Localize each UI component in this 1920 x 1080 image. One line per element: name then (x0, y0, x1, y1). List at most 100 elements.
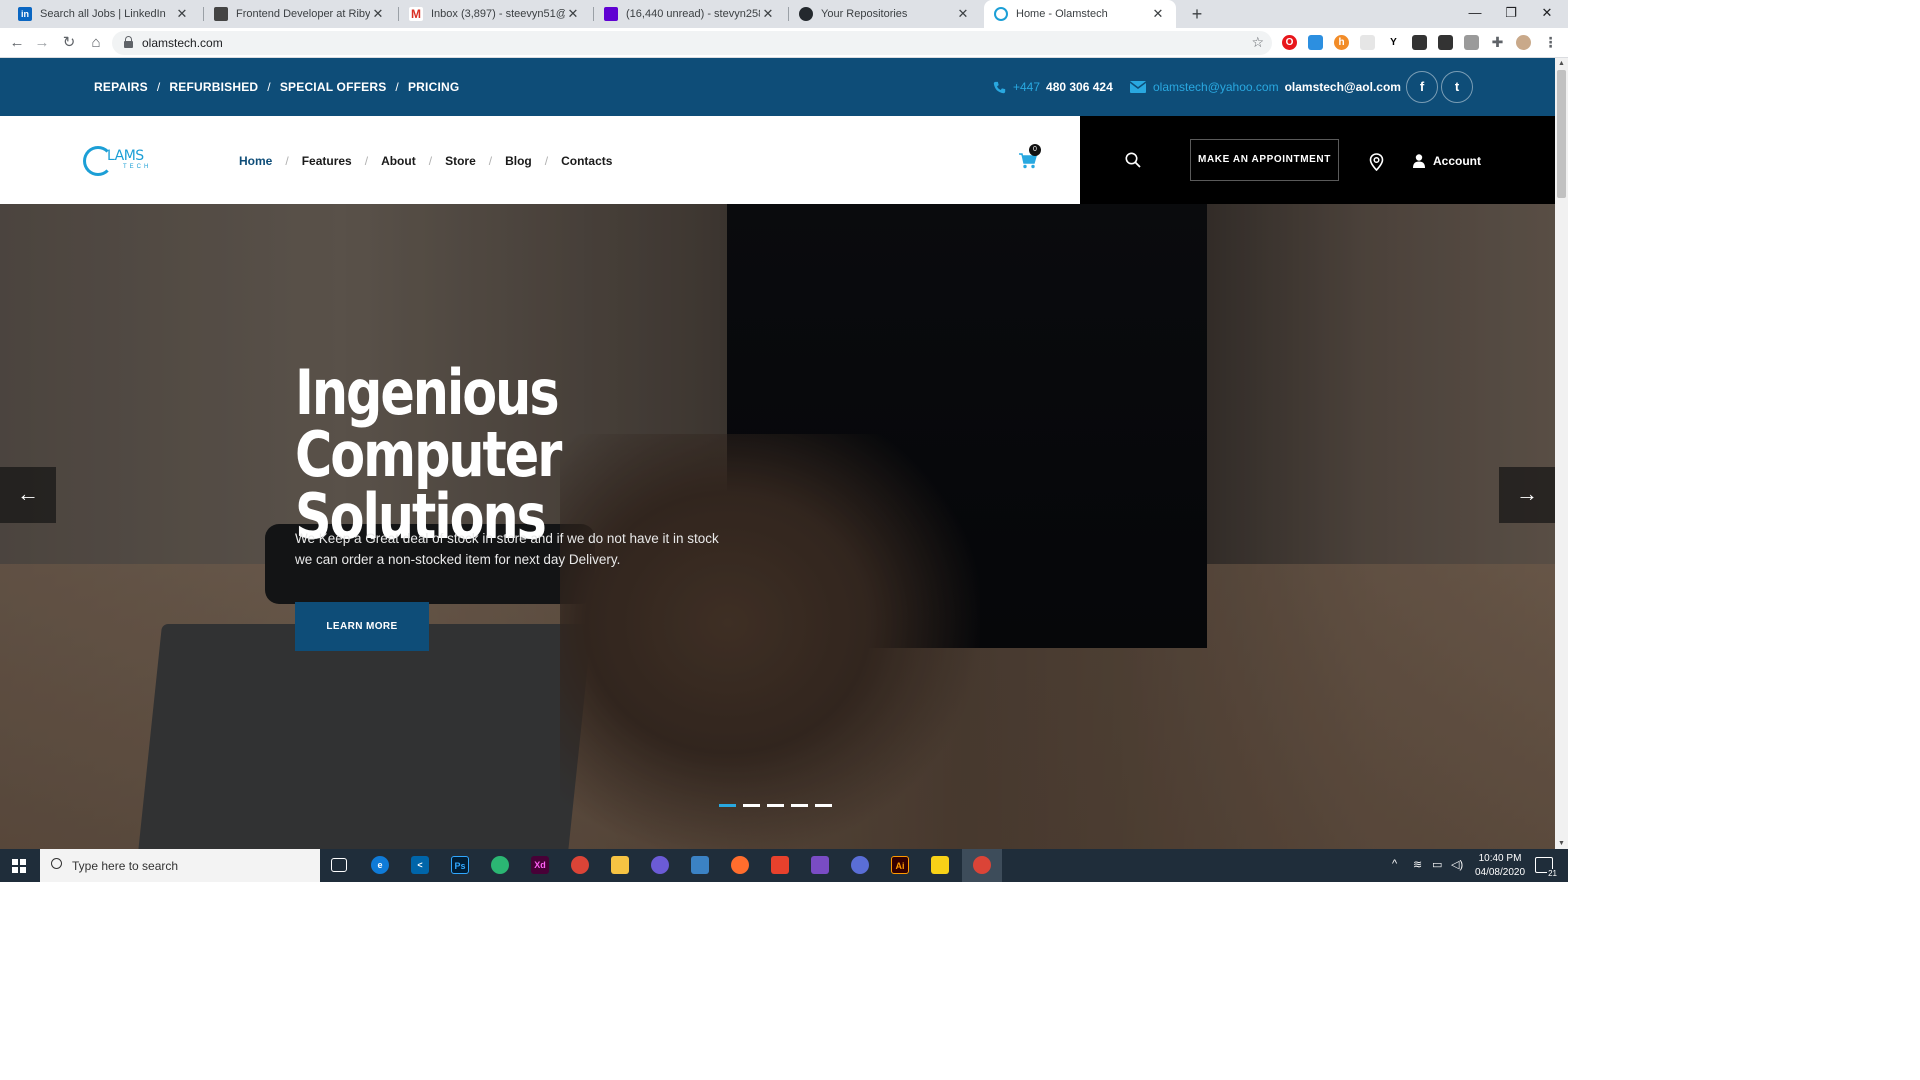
search-icon (51, 858, 62, 869)
slider-dot[interactable] (767, 804, 784, 807)
browser-tab[interactable]: Your Repositories ✕ (789, 0, 981, 28)
nav-contacts[interactable]: Contacts (561, 154, 612, 168)
extensions-puzzle-icon[interactable]: ✚ (1490, 35, 1505, 50)
phone-prefix: +447 (1013, 80, 1041, 94)
forward-arrow-icon[interactable]: → (31, 32, 53, 54)
photoshop-icon[interactable]: Ps (451, 856, 469, 874)
account-button[interactable]: Account (1413, 154, 1481, 168)
profile-avatar[interactable] (1516, 35, 1531, 50)
close-tab-icon[interactable]: ✕ (1150, 6, 1166, 22)
notifications-icon[interactable]: 21 (1535, 857, 1558, 878)
visual-studio-icon[interactable] (811, 856, 829, 874)
wifi-icon[interactable]: ≋ (1413, 858, 1422, 871)
scrollbar-thumb[interactable] (1557, 70, 1566, 198)
postman-icon[interactable] (731, 856, 749, 874)
home-icon[interactable]: ⌂ (85, 32, 107, 54)
location-pin-icon[interactable] (1369, 153, 1385, 172)
vscode-icon[interactable]: < (411, 856, 429, 874)
system-clock[interactable]: 10:40 PM 04/08/2020 (1470, 852, 1530, 880)
git-icon[interactable] (771, 856, 789, 874)
cart-button[interactable]: 0 (1019, 144, 1041, 171)
scroll-up-icon[interactable]: ▲ (1555, 60, 1568, 67)
volume-icon[interactable]: ◁) (1451, 858, 1463, 871)
gmail-icon: M (409, 7, 423, 21)
browser-tab[interactable]: Frontend Developer at Riby Finance ✕ (204, 0, 396, 28)
taskbar-search[interactable]: Type here to search (40, 849, 320, 882)
chevron-up-icon[interactable]: ^ (1392, 858, 1397, 870)
honey-extension-icon[interactable]: h (1334, 35, 1349, 50)
battery-icon[interactable]: ▭ (1432, 858, 1442, 871)
slider-prev-arrow-icon[interactable]: ← (0, 467, 56, 523)
download-extension-icon[interactable] (1412, 35, 1427, 50)
browser-menu-icon[interactable]: ⋮ (1543, 35, 1558, 50)
email-primary[interactable]: olamstech@yahoo.com (1153, 80, 1279, 94)
chrome-icon[interactable] (973, 856, 991, 874)
search-icon[interactable] (1125, 152, 1141, 168)
back-arrow-icon[interactable]: ← (6, 32, 28, 54)
site-logo[interactable]: LAMS TECH (83, 142, 179, 178)
app-icon[interactable] (691, 856, 709, 874)
chrome-icon[interactable] (571, 856, 589, 874)
nav-blog[interactable]: Blog (505, 154, 532, 168)
opera-extension-icon[interactable]: O (1282, 35, 1297, 50)
browser-tab[interactable]: M Inbox (3,897) - steevyn51@gmail.com ✕ (399, 0, 591, 28)
illustrator-icon[interactable]: Ai (891, 856, 909, 874)
nav-features[interactable]: Features (302, 154, 352, 168)
browser-tab[interactable]: in Search all Jobs | LinkedIn ✕ (8, 0, 200, 28)
url-text[interactable]: olamstech.com (142, 36, 223, 50)
browser-tab[interactable]: (16,440 unread) - stevyn258@yahoo.com ✕ (594, 0, 786, 28)
close-window-button[interactable]: ✕ (1524, 0, 1570, 28)
github-icon (799, 7, 813, 21)
mail-extension-icon[interactable] (1464, 35, 1479, 50)
task-view-icon[interactable] (331, 858, 347, 872)
top-link-repairs[interactable]: REPAIRS (94, 80, 148, 94)
tab-title: Inbox (3,897) - steevyn51@gmail.com (431, 8, 565, 20)
email-secondary[interactable]: olamstech@aol.com (1285, 80, 1401, 94)
nav-home[interactable]: Home (239, 154, 272, 168)
app-icon[interactable] (651, 856, 669, 874)
bookmark-star-icon[interactable]: ☆ (1251, 34, 1264, 51)
yoast-extension-icon[interactable]: Y (1386, 35, 1401, 50)
scroll-down-icon[interactable]: ▼ (1555, 840, 1568, 847)
learn-more-button[interactable]: LEARN MORE (295, 602, 429, 651)
slider-dot[interactable] (791, 804, 808, 807)
hero-description-line-2: we can order a non-stocked item for next… (295, 552, 621, 567)
twitter-icon[interactable]: t (1441, 71, 1473, 103)
cart-count-badge: 0 (1029, 144, 1041, 156)
page-scrollbar[interactable]: ▲ ▼ (1555, 58, 1568, 849)
nav-about[interactable]: About (381, 154, 416, 168)
maps-app-icon[interactable] (491, 856, 509, 874)
address-bar[interactable]: olamstech.com ☆ (112, 31, 1272, 55)
new-tab-button[interactable]: + (1186, 3, 1208, 25)
windows-start-icon[interactable] (12, 859, 26, 873)
close-tab-icon[interactable]: ✕ (370, 6, 386, 22)
sticky-notes-icon[interactable] (931, 856, 949, 874)
user-icon (1413, 154, 1425, 168)
close-tab-icon[interactable]: ✕ (174, 6, 190, 22)
facebook-icon[interactable]: f (1406, 71, 1438, 103)
email-contact[interactable]: olamstech@yahoo.com olamstech@aol.com (1130, 80, 1401, 94)
nav-store[interactable]: Store (445, 154, 476, 168)
translate-extension-icon[interactable] (1308, 35, 1323, 50)
browser-tab-active[interactable]: Home - Olamstech ✕ (984, 0, 1176, 28)
file-explorer-icon[interactable] (611, 856, 629, 874)
slider-dot[interactable] (719, 804, 736, 807)
taskbar-search-placeholder: Type here to search (72, 859, 179, 873)
adobe-xd-icon[interactable]: Xd (531, 856, 549, 874)
top-link-pricing[interactable]: PRICING (408, 80, 459, 94)
slider-dot[interactable] (743, 804, 760, 807)
top-link-special-offers[interactable]: SPECIAL OFFERS (280, 80, 387, 94)
blank-extension-icon[interactable] (1360, 35, 1375, 50)
make-appointment-button[interactable]: MAKE AN APPOINTMENT (1190, 139, 1339, 181)
close-tab-icon[interactable]: ✕ (760, 6, 776, 22)
reload-icon[interactable]: ↻ (58, 32, 80, 54)
phone-contact[interactable]: +447 480 306 424 (993, 80, 1113, 94)
close-tab-icon[interactable]: ✕ (955, 6, 971, 22)
slider-dot[interactable] (815, 804, 832, 807)
slider-next-arrow-icon[interactable]: → (1499, 467, 1555, 523)
wallet-extension-icon[interactable] (1438, 35, 1453, 50)
edge-icon[interactable]: e (371, 856, 389, 874)
app-icon[interactable] (851, 856, 869, 874)
close-tab-icon[interactable]: ✕ (565, 6, 581, 22)
top-link-refurbished[interactable]: REFURBISHED (169, 80, 258, 94)
